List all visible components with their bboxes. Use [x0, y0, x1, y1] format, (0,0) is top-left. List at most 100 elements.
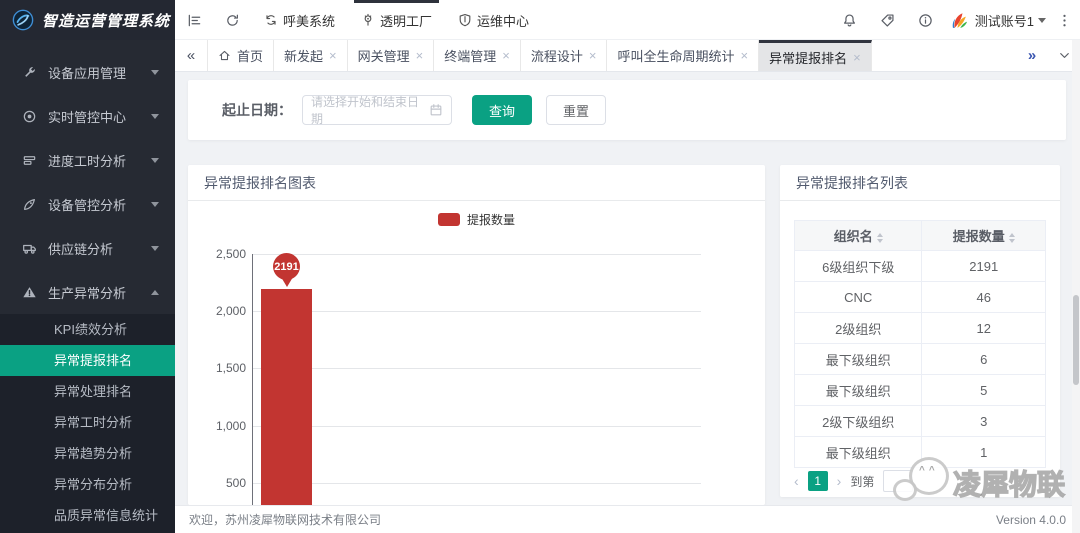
sidebar-group-实时管控中心[interactable]: 实时管控中心 — [0, 94, 175, 138]
y-axis-tick-label: 1,500 — [188, 361, 246, 375]
tabs-scroll-right-button[interactable]: » — [1016, 40, 1048, 71]
user-menu[interactable]: 测试账号1 — [971, 11, 1050, 30]
cell-report-count: 6 — [922, 344, 1046, 375]
cell-org-name: CNC — [795, 282, 922, 313]
rocket-icon — [22, 197, 37, 212]
tab-item[interactable]: 终端管理 × — [434, 40, 521, 71]
tag-icon[interactable] — [869, 0, 907, 40]
bar-chart-plot: 2,5002,0001,5001,0005002191 — [188, 165, 765, 505]
table-row[interactable]: 最下级组织5 — [795, 375, 1046, 406]
sidebar-item-异常提报排名[interactable]: 异常提报排名 — [0, 345, 175, 376]
pagination-jump-label: 到第 — [850, 473, 874, 490]
scrollbar-thumb[interactable] — [1073, 295, 1079, 385]
table-body: 6级组织下级2191CNC462级组织12最下级组织6最下级组织52级下级组织3… — [795, 251, 1046, 468]
tab-item[interactable]: 呼叫全生命周期统计 × — [607, 40, 759, 71]
tab-item[interactable]: 新发起× — [274, 40, 348, 71]
sidebar-collapse-button[interactable] — [175, 0, 213, 40]
sidebar-group-供应链分析[interactable]: 供应链分析 — [0, 226, 175, 270]
info-icon[interactable] — [907, 0, 945, 40]
sort-icon[interactable] — [877, 233, 883, 243]
sidebar-item-异常分布分析[interactable]: 异常分布分析 — [0, 469, 175, 500]
chart-gridline — [253, 311, 701, 312]
date-range-input[interactable]: 请选择开始和结束日期 — [302, 95, 452, 125]
table-row[interactable]: 6级组织下级2191 — [795, 251, 1046, 282]
table-row[interactable]: 最下级组织6 — [795, 344, 1046, 375]
recycle-icon — [264, 13, 278, 27]
sidebar-item-异常处理排名[interactable]: 异常处理排名 — [0, 376, 175, 407]
column-header-org[interactable]: 组织名 — [795, 221, 922, 251]
tab-item[interactable]: 流程设计 × — [521, 40, 608, 71]
top-nav-item-label: 运维中心 — [477, 11, 529, 30]
tab-close-icon[interactable]: × — [502, 49, 510, 62]
search-button[interactable]: 查询 — [472, 95, 532, 125]
sidebar-item-异常工时分析[interactable]: 异常工时分析 — [0, 407, 175, 438]
sort-icon[interactable] — [1009, 233, 1015, 243]
cell-report-count: 46 — [922, 282, 1046, 313]
cell-org-name: 最下级组织 — [795, 437, 922, 468]
table-row[interactable]: 2级组织12 — [795, 313, 1046, 344]
tabbar-spacer — [872, 40, 1016, 71]
header-right: 测试账号1 — [831, 0, 1078, 40]
tab-close-icon[interactable]: × — [853, 51, 861, 64]
pagination-page-1[interactable]: 1 — [808, 471, 828, 491]
reset-button[interactable]: 重置 — [546, 95, 606, 125]
tab-label: 呼叫全生命周期统计 — [617, 46, 734, 65]
more-menu-icon[interactable] — [1050, 0, 1078, 40]
app-title: 智造运营管理系统 — [42, 10, 170, 31]
bar-value-balloon: 2191 — [273, 253, 300, 280]
tab-item[interactable]: 首页 — [207, 40, 274, 71]
cell-org-name: 2级下级组织 — [795, 406, 922, 437]
username: 测试账号1 — [975, 11, 1034, 30]
tab-label: 终端管理 — [444, 46, 496, 65]
top-nav-item-label: 呼美系统 — [283, 11, 335, 30]
bar-report-count[interactable] — [261, 289, 312, 505]
sidebar-group-进度工时分析[interactable]: 进度工时分析 — [0, 138, 175, 182]
scrollbar-track[interactable] — [1072, 40, 1080, 533]
calendar-icon — [429, 103, 443, 117]
tab-active[interactable]: 异常提报排名× — [759, 40, 872, 71]
chart-gridline — [253, 483, 701, 484]
sidebar-group-label: 实时管控中心 — [48, 107, 126, 126]
sidebar-item-KPI绩效分析[interactable]: KPI绩效分析 — [0, 314, 175, 345]
caret-down-icon — [151, 202, 159, 207]
app-logo: 智造运营管理系统 — [0, 0, 175, 40]
sidebar-group-生产异常分析[interactable]: 生产异常分析 — [0, 270, 175, 314]
list-panel: 异常提报排名列表 组织名 提报数量 6级组织下级2191CNC462级组织12最… — [780, 165, 1060, 497]
cell-report-count: 1 — [922, 437, 1046, 468]
tab-close-icon[interactable]: × — [589, 49, 597, 62]
table-row[interactable]: 2级下级组织3 — [795, 406, 1046, 437]
bar-value-balloon-tail — [281, 277, 293, 287]
tab-close-icon[interactable]: × — [740, 49, 748, 62]
pagination-prev-button[interactable]: ‹ — [794, 473, 799, 489]
tab-close-icon[interactable]: × — [329, 49, 337, 62]
top-nav-item[interactable]: 运维中心 — [445, 0, 542, 40]
sidebar-group-设备管控分析[interactable]: 设备管控分析 — [0, 182, 175, 226]
tab-item[interactable]: 网关管理× — [348, 40, 435, 71]
cell-report-count: 3 — [922, 406, 1046, 437]
tab-label: 流程设计 — [531, 46, 583, 65]
table-row[interactable]: 最下级组织1 — [795, 437, 1046, 468]
list-panel-title: 异常提报排名列表 — [780, 165, 1060, 201]
top-nav-item[interactable]: 呼美系统 — [251, 0, 348, 40]
page-footer: 欢迎，苏州凌犀物联网技术有限公司 Version 4.0.0 — [175, 505, 1080, 533]
sidebar-group-label: 进度工时分析 — [48, 151, 126, 170]
tab-close-icon[interactable]: × — [416, 49, 424, 62]
pagination-next-button[interactable]: › — [837, 473, 842, 489]
refresh-button[interactable] — [213, 0, 251, 40]
chart-gridline — [253, 254, 701, 255]
sidebar-item-异常趋势分析[interactable]: 异常趋势分析 — [0, 438, 175, 469]
sidebar: 设备应用管理实时管控中心进度工时分析设备管控分析供应链分析生产异常分析KPI绩效… — [0, 40, 175, 533]
filter-panel: 起止日期： 请选择开始和结束日期 查询 重置 — [188, 80, 1066, 140]
pagination-jump-input[interactable] — [883, 470, 913, 492]
tabs-scroll-left-button[interactable]: « — [175, 40, 207, 71]
sidebar-group-设备应用管理[interactable]: 设备应用管理 — [0, 50, 175, 94]
table-row[interactable]: CNC46 — [795, 282, 1046, 313]
main-content: 起止日期： 请选择开始和结束日期 查询 重置 异常提报排名图表 提报数量 2,5… — [175, 72, 1080, 505]
y-axis-tick-label: 2,500 — [188, 247, 246, 261]
top-nav-item[interactable]: 透明工厂 — [348, 0, 445, 40]
sidebar-item-品质异常信息统计[interactable]: 品质异常信息统计 — [0, 500, 175, 531]
chart-panel: 异常提报排名图表 提报数量 2,5002,0001,5001,000500219… — [188, 165, 765, 505]
chart-gridline — [253, 426, 701, 427]
notification-bell-icon[interactable] — [831, 0, 869, 40]
column-header-count[interactable]: 提报数量 — [922, 221, 1046, 251]
